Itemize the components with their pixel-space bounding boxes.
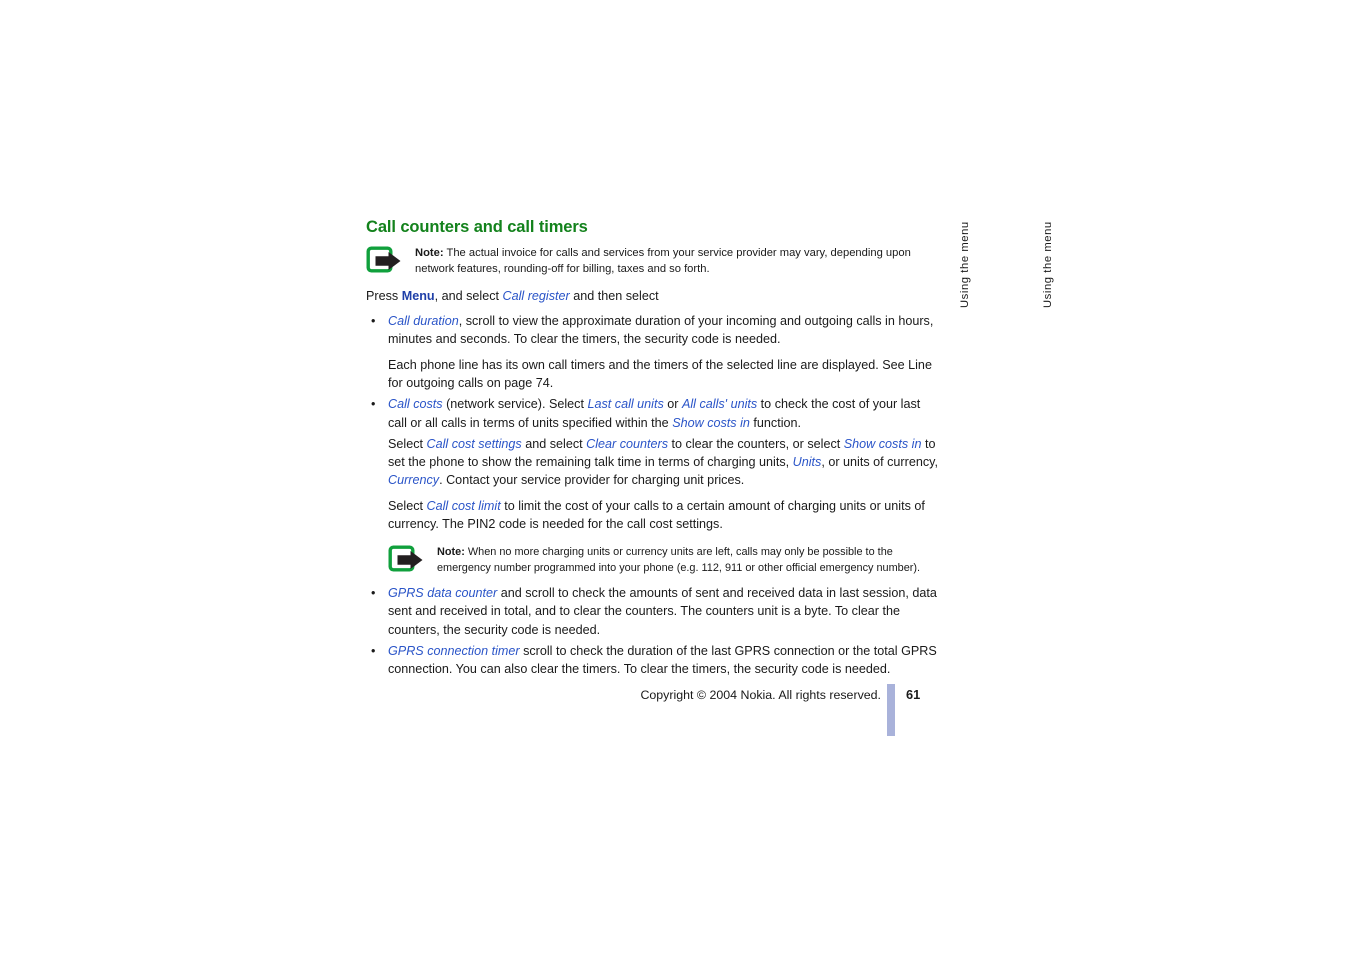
term-call-duration: Call duration (388, 313, 459, 328)
list-item: • GPRS data counter and scroll to check … (366, 584, 938, 638)
bullet-gprs-connection-timer: GPRS connection timer scroll to check th… (388, 642, 938, 678)
cost-settings-mid-5: . Contact your service provider for char… (439, 472, 745, 487)
page-footer: Copyright © 2004 Nokia. All rights reser… (366, 684, 938, 746)
call-costs-text-a: (network service). Select (442, 397, 588, 412)
bullet-dot: • (371, 643, 376, 658)
intro-and-select: , and select (434, 288, 503, 303)
term-all-calls-units: All calls' units (681, 397, 758, 412)
intro-menu-word: Menu (401, 288, 435, 303)
footer-accent-bar (887, 684, 895, 736)
term-units: Units (792, 454, 822, 469)
note-block-second: Note: When no more charging units or cur… (388, 544, 938, 576)
term-call-costs: Call costs (388, 397, 443, 412)
term-clear-counters: Clear counters (586, 436, 669, 451)
term-gprs-data-counter: GPRS data counter (388, 586, 498, 601)
bullet-list-gprs: • GPRS data counter and scroll to check … (366, 584, 938, 678)
content-column: Call counters and call timers Note: The … (366, 218, 938, 681)
list-item: • Call costs (network service). Select L… (366, 395, 938, 431)
page-title: Call counters and call timers (366, 218, 588, 236)
bullet-call-duration-sub: Each phone line has its own call timers … (388, 358, 932, 391)
note-body: The actual invoice for calls and service… (415, 247, 911, 276)
cost-limit-select: Select (388, 499, 427, 514)
bullet-call-duration-text: , scroll to view the approximate duratio… (388, 313, 934, 347)
note-arrow-icon (366, 246, 406, 276)
term-currency: Currency (388, 472, 440, 487)
term-show-costs-in-2: Show costs in (843, 436, 922, 451)
note-block-first: Note: The actual invoice for calls and s… (366, 245, 938, 278)
note-text-second: Note: When no more charging units or cur… (437, 544, 938, 576)
page-number: 61 (906, 687, 921, 702)
note-label: Note: (415, 247, 444, 260)
call-costs-text-d: function. (749, 415, 801, 430)
cost-limit-paragraph: Select Call cost limit to limit the cost… (388, 497, 938, 533)
copyright-text: Copyright © 2004 Nokia. All rights reser… (640, 688, 881, 702)
cost-settings-mid-4: , or units of currency, (821, 454, 938, 469)
intro-call-register: Call register (502, 288, 570, 303)
cost-settings-mid-2: to clear the counters, or select (668, 436, 844, 451)
bullet-dot: • (371, 586, 376, 601)
cost-settings-mid-1: and select (521, 436, 587, 451)
term-last-call-units: Last call units (587, 397, 664, 412)
intro-press: Press (366, 288, 402, 303)
bullet-dot: • (371, 397, 376, 412)
bullet-list: • Call duration, scroll to view the appr… (366, 312, 938, 432)
bullet-call-duration: Call duration, scroll to view the approx… (388, 312, 938, 348)
cost-settings-select: Select (388, 436, 427, 451)
note-body: When no more charging units or currency … (437, 546, 921, 574)
side-tab-using-the-menu-2: Using the menu (1042, 221, 1054, 308)
note-arrow-icon (388, 545, 428, 575)
intro-paragraph: Press Menu, and select Call register and… (366, 287, 938, 305)
list-item: • Call duration, scroll to view the appr… (366, 312, 938, 393)
term-gprs-connection-timer: GPRS connection timer (388, 643, 520, 658)
term-call-cost-limit: Call cost limit (426, 499, 501, 514)
cost-settings-paragraph: Select Call cost settings and select Cle… (388, 435, 938, 489)
list-item: • GPRS connection timer scroll to check … (366, 642, 938, 678)
side-tab-using-the-menu-1: Using the menu (959, 221, 971, 308)
bullet-dot: • (371, 313, 376, 328)
note-label: Note: (437, 546, 465, 559)
bullet-gprs-data-counter: GPRS data counter and scroll to check th… (388, 584, 938, 638)
note-text-first: Note: The actual invoice for calls and s… (415, 245, 938, 278)
intro-then-select: and then select (569, 288, 659, 303)
term-call-cost-settings: Call cost settings (426, 436, 522, 451)
call-costs-text-b: or (663, 397, 682, 412)
term-show-costs-in: Show costs in (672, 415, 750, 430)
bullet-call-costs: Call costs (network service). Select Las… (388, 395, 938, 431)
document-page: Call counters and call timers Note: The … (0, 0, 1351, 954)
